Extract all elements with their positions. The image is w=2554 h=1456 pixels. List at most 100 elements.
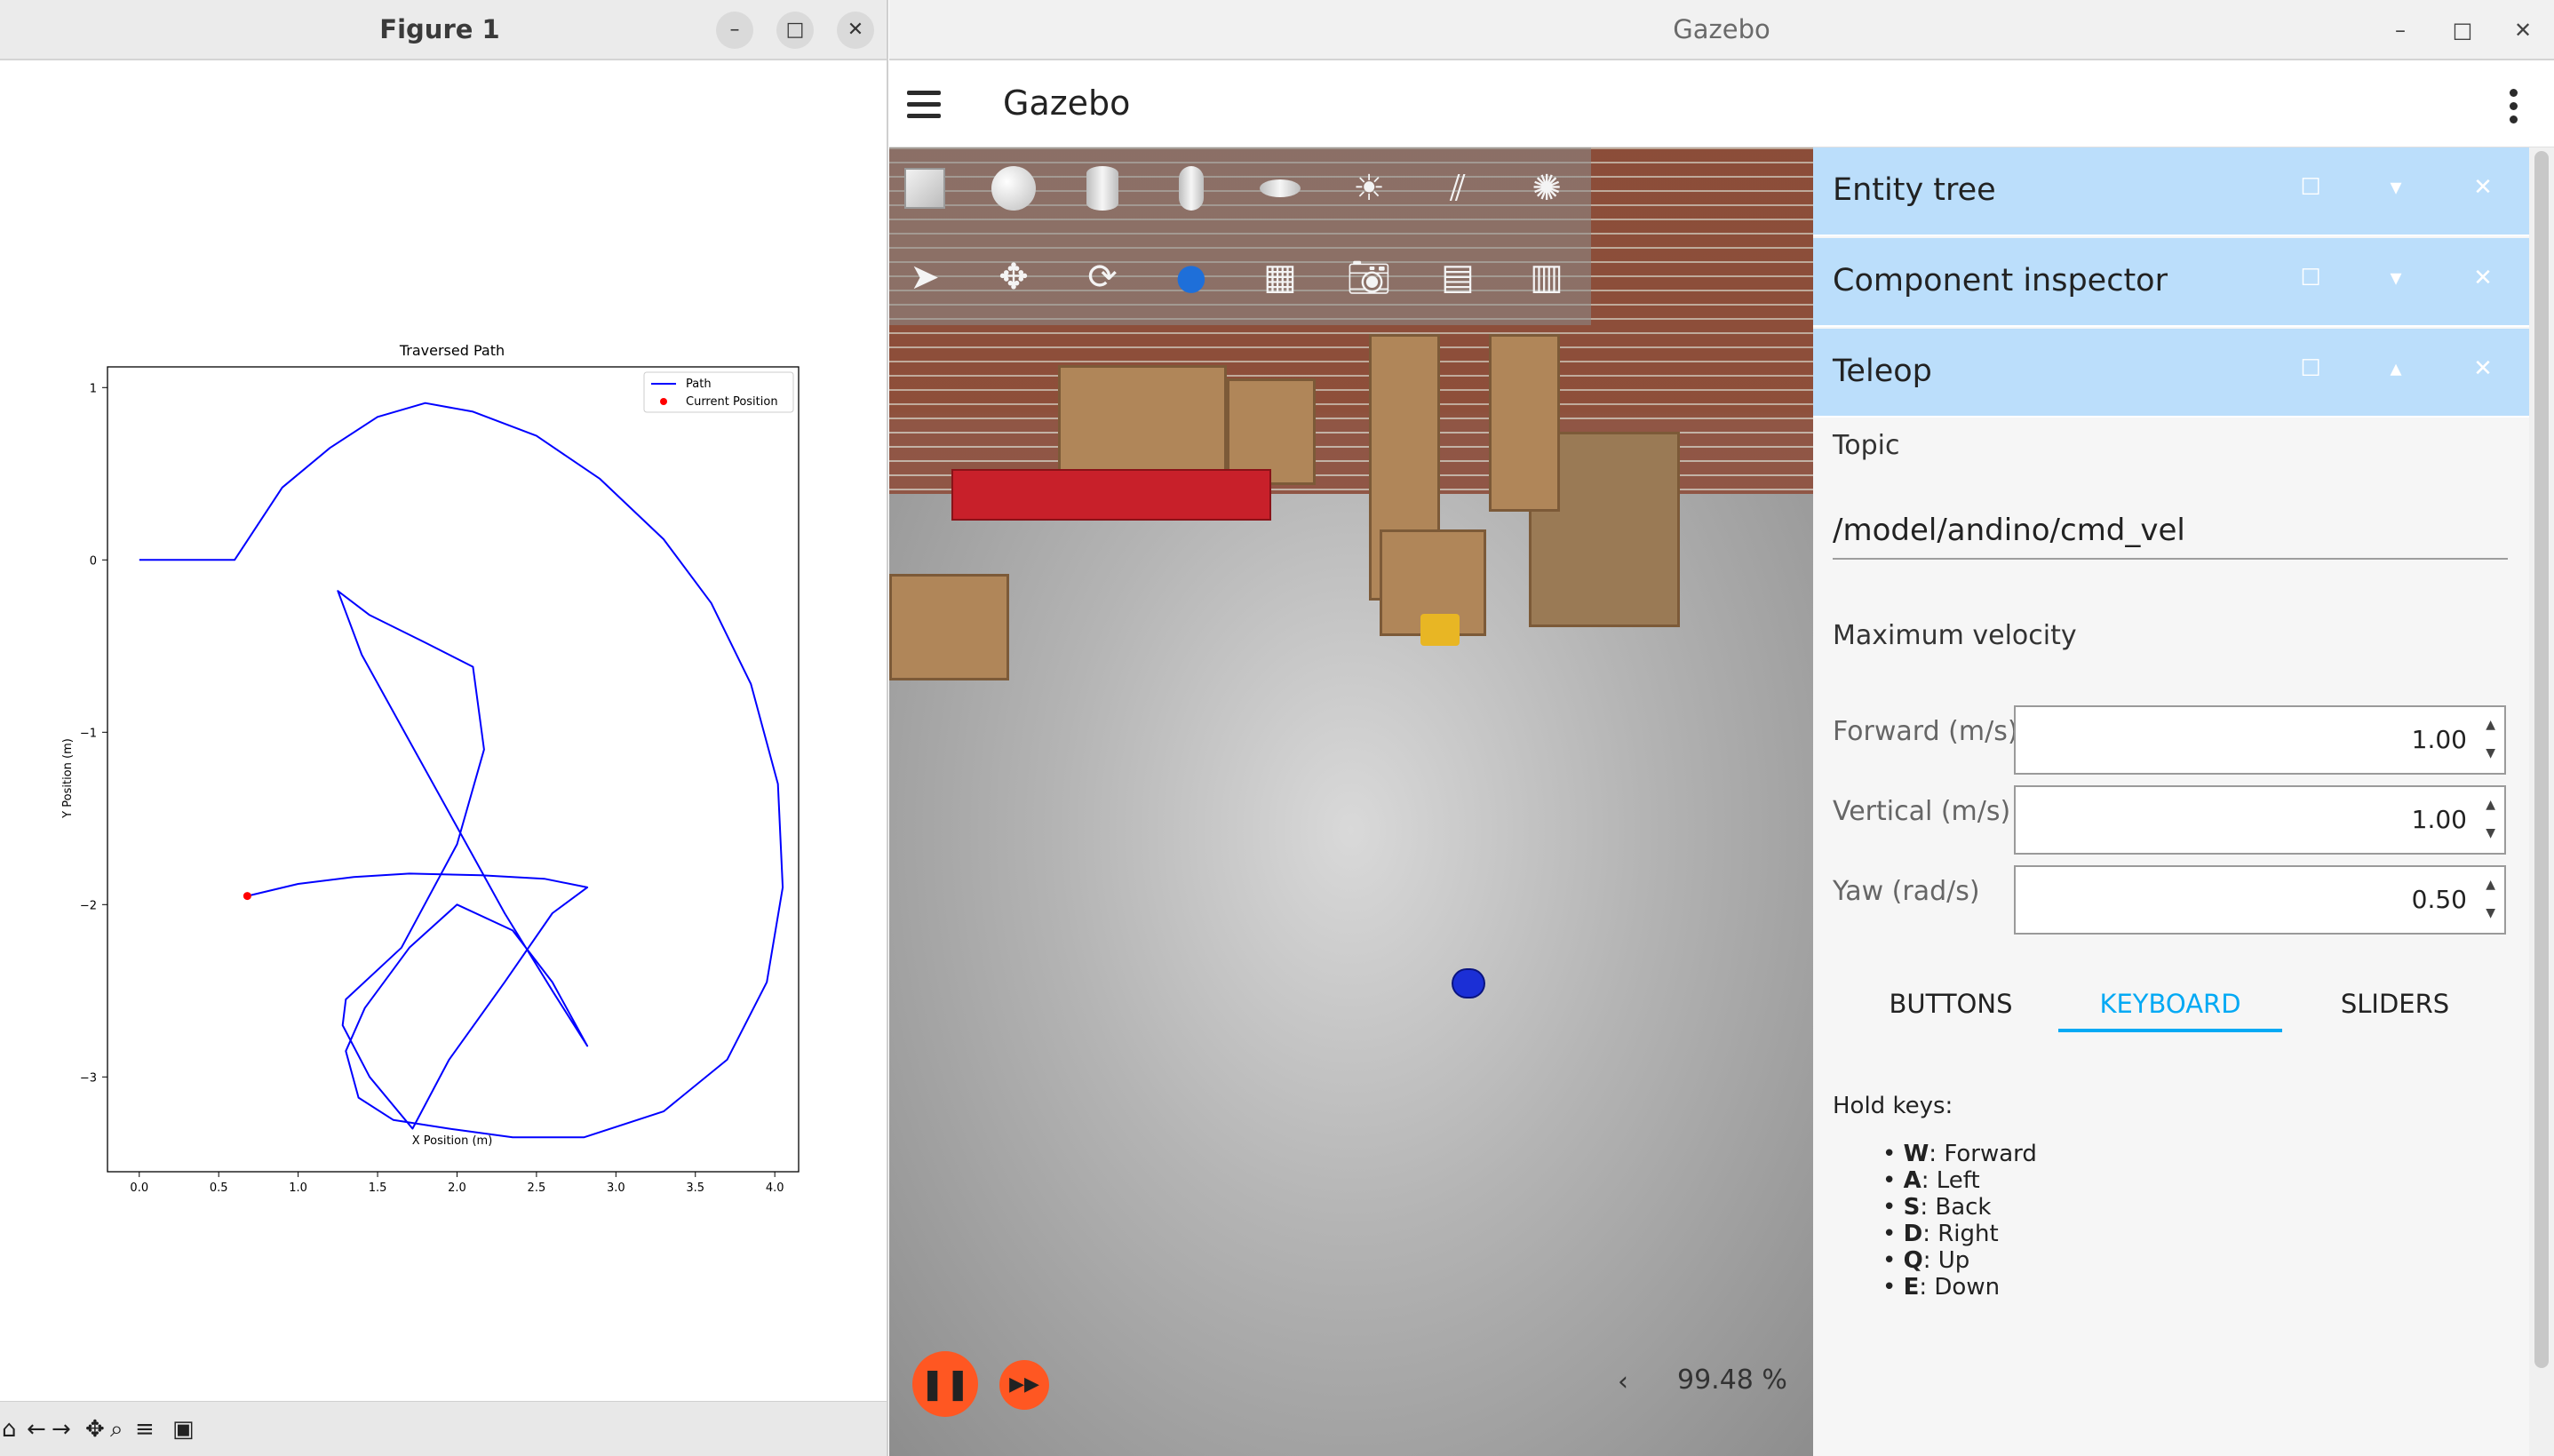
directional-light-icon[interactable]: ⫽ xyxy=(1431,162,1484,215)
close-icon[interactable]: ✕ xyxy=(837,12,874,49)
close-icon[interactable]: ✕ xyxy=(2465,355,2501,382)
close-icon[interactable]: ✕ xyxy=(2465,265,2501,291)
3d-viewport[interactable]: ☀ ⫽ ✺ ➤ ✥ ⟳ ● ▦ 📷︎ ▤ ▥ ❚❚ ▶▶ ‹ 99.48 % xyxy=(889,147,1813,1456)
topic-label: Topic xyxy=(1833,430,1900,461)
back-icon[interactable]: ← xyxy=(27,1416,46,1443)
chevron-left-icon[interactable]: ‹ xyxy=(1618,1366,1628,1397)
andino-robot[interactable] xyxy=(1453,970,1484,997)
component-inspector-title: Component inspector xyxy=(1833,263,2168,298)
minimize-icon[interactable]: – xyxy=(2382,12,2419,49)
figure-titlebar[interactable]: Figure 1 – □ ✕ xyxy=(0,0,887,60)
increment-icon[interactable]: ▲ xyxy=(2486,878,2495,892)
traversed-path-chart[interactable]: Traversed Path 0.0 0.5 1.0 1.5 2.0 2.5 3.0 3.5 4… xyxy=(0,62,887,1399)
sun-light-icon[interactable]: ☀ xyxy=(1342,162,1396,215)
copy-icon[interactable]: ▤ xyxy=(1431,251,1484,304)
gazebo-titlebar[interactable]: Gazebo – □ ✕ xyxy=(889,0,2554,60)
key-hint: • S: Back xyxy=(1882,1194,1992,1221)
pause-button[interactable]: ❚❚ xyxy=(912,1351,978,1417)
figure-window: Figure 1 – □ ✕ Traversed Path 0.0 0.5 1.0 1… xyxy=(0,0,888,1456)
capsule-icon[interactable] xyxy=(1165,162,1218,215)
key-action: : Up xyxy=(1922,1247,1970,1274)
y-axis-label: Y Position (m) xyxy=(61,738,75,819)
forward-label: Forward (m/s) xyxy=(1833,716,2018,747)
pan-icon[interactable]: ✥ xyxy=(85,1416,105,1443)
increment-icon[interactable]: ▲ xyxy=(2486,718,2495,732)
key-hint: • D: Right xyxy=(1882,1221,1999,1247)
tab-sliders[interactable]: SLIDERS xyxy=(2293,977,2497,1032)
zoom-icon[interactable]: ⌕ xyxy=(110,1416,123,1443)
path-series-line xyxy=(139,402,784,1139)
more-options-icon[interactable] xyxy=(2510,89,2518,124)
figure-toolbar: ⌂ ← → ✥ ⌕ ≡ ▣ xyxy=(0,1401,887,1456)
mesh-icon[interactable]: ● xyxy=(1165,251,1218,304)
plot-area[interactable]: Traversed Path 0.0 0.5 1.0 1.5 2.0 2.5 3.0 3.5 4… xyxy=(0,62,887,1399)
forward-velocity-stepper[interactable]: 1.00 ▲ ▼ xyxy=(2014,705,2506,775)
rotate-icon[interactable]: ⟳ xyxy=(1076,251,1129,304)
translate-icon[interactable]: ✥ xyxy=(987,251,1040,304)
collapse-icon[interactable]: ▾ xyxy=(2378,265,2414,291)
tab-buttons[interactable]: BUTTONS xyxy=(1849,977,2053,1032)
close-icon[interactable]: ✕ xyxy=(2504,12,2542,49)
teleop-header[interactable]: Teleop ☐ ▴ ✕ xyxy=(1813,329,2529,418)
expand-icon[interactable]: ▴ xyxy=(2378,355,2414,382)
cylinder-icon[interactable] xyxy=(1076,162,1129,215)
close-icon[interactable]: ✕ xyxy=(2465,174,2501,201)
gazebo-window: Gazebo – □ ✕ Gazebo ☀ ⫽ ✺ ➤ ✥ ⟳ ● ▦ 📷︎ ▤… xyxy=(889,0,2554,1456)
entity-tree-title: Entity tree xyxy=(1833,172,1996,208)
y-tick-label: 1 xyxy=(90,382,97,395)
decrement-icon[interactable]: ▼ xyxy=(2486,826,2495,840)
y-tick-label: −1 xyxy=(80,727,97,740)
dock-float-icon[interactable]: ☐ xyxy=(2293,265,2328,291)
key-action: : Right xyxy=(1922,1221,1999,1247)
step-forward-button[interactable]: ▶▶ xyxy=(999,1360,1049,1410)
increment-icon[interactable]: ▲ xyxy=(2486,798,2495,812)
home-icon[interactable]: ⌂ xyxy=(2,1416,17,1443)
x-tick-label: 0.5 xyxy=(210,1182,228,1195)
save-icon[interactable]: ▣ xyxy=(172,1416,195,1443)
maximize-icon[interactable]: □ xyxy=(2444,12,2481,49)
camera-icon[interactable]: 📷︎ xyxy=(1342,251,1396,304)
grid-icon[interactable]: ▦ xyxy=(1253,251,1307,304)
collapse-icon[interactable]: ▾ xyxy=(2378,174,2414,201)
pallet-jack xyxy=(1420,614,1460,646)
yaw-velocity-value: 0.50 xyxy=(2411,885,2467,914)
x-tick-label: 0.0 xyxy=(130,1182,148,1195)
forward-icon[interactable]: → xyxy=(52,1416,71,1443)
legend-current-position-label: Current Position xyxy=(686,395,778,409)
configure-icon[interactable]: ≡ xyxy=(135,1416,155,1443)
hold-keys-label: Hold keys: xyxy=(1833,1093,1953,1119)
tab-keyboard[interactable]: KEYBOARD xyxy=(2058,977,2282,1032)
key-name: D xyxy=(1903,1221,1923,1247)
vertical-velocity-stepper[interactable]: 1.00 ▲ ▼ xyxy=(2014,785,2506,855)
dock-float-icon[interactable]: ☐ xyxy=(2293,355,2328,382)
paste-icon[interactable]: ▥ xyxy=(1520,251,1573,304)
spot-light-icon[interactable]: ✺ xyxy=(1520,162,1573,215)
decrement-icon[interactable]: ▼ xyxy=(2486,746,2495,760)
dock-float-icon[interactable]: ☐ xyxy=(2293,174,2328,201)
warehouse-floor xyxy=(889,494,1813,1456)
minimize-icon[interactable]: – xyxy=(716,12,753,49)
hamburger-menu-icon[interactable] xyxy=(907,91,943,119)
key-action: : Down xyxy=(1919,1274,2001,1301)
entity-tree-header[interactable]: Entity tree ☐ ▾ ✕ xyxy=(1813,147,2529,236)
y-tick-label: 0 xyxy=(90,554,97,568)
teleop-panel: Topic /model/andino/cmd_vel Maximum velo… xyxy=(1813,419,2529,1456)
chart-title: Traversed Path xyxy=(399,342,505,359)
crate xyxy=(889,574,1009,680)
x-tick-label: 4.0 xyxy=(766,1182,784,1195)
key-name: S xyxy=(1903,1194,1921,1221)
yaw-label: Yaw (rad/s) xyxy=(1833,876,1980,907)
maximize-icon[interactable]: □ xyxy=(776,12,814,49)
x-tick-label: 2.0 xyxy=(448,1182,466,1195)
y-tick-label: −3 xyxy=(80,1071,97,1085)
panel-scrollbar[interactable] xyxy=(2529,147,2554,1456)
component-inspector-header[interactable]: Component inspector ☐ ▾ ✕ xyxy=(1813,238,2529,327)
select-arrow-icon[interactable]: ➤ xyxy=(898,251,951,304)
sphere-icon[interactable] xyxy=(987,162,1040,215)
decrement-icon[interactable]: ▼ xyxy=(2486,906,2495,920)
ellipsoid-icon[interactable] xyxy=(1253,162,1307,215)
yaw-velocity-stepper[interactable]: 0.50 ▲ ▼ xyxy=(2014,865,2506,935)
key-name: A xyxy=(1903,1167,1921,1194)
box-icon[interactable] xyxy=(898,162,951,215)
topic-field[interactable]: /model/andino/cmd_vel xyxy=(1833,506,2508,560)
